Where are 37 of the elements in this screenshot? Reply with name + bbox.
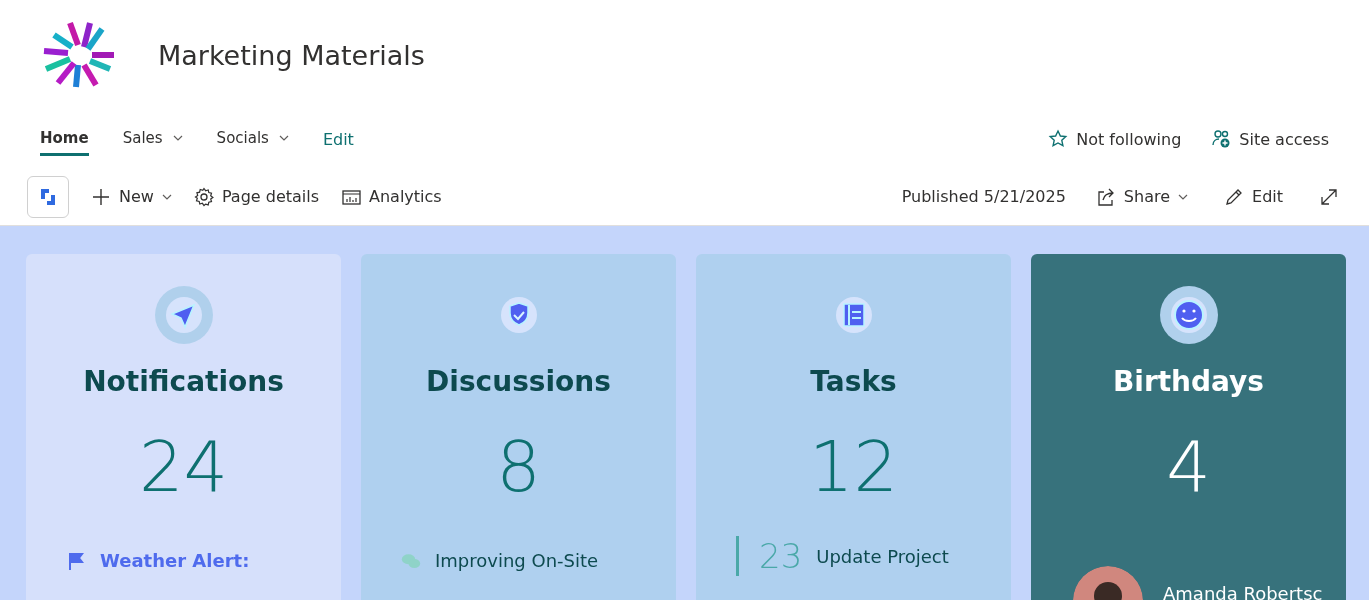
edit-link[interactable]: Edit [322,123,354,155]
card-title: Birthdays [1112,365,1265,398]
new-button[interactable]: New [91,186,172,207]
nav-tab[interactable]: Sales [122,122,183,156]
app-button[interactable] [27,175,69,218]
bracket-logo-icon [38,186,58,207]
plus-icon [91,186,111,207]
card-title: Discussions [426,365,611,398]
star-icon [1048,129,1069,149]
chart-button[interactable]: Analytics [341,186,442,207]
published-date: Published 5/21/2025 [901,187,1066,206]
site-access-button[interactable]: Site access [1211,129,1329,149]
task-date: 23 [736,536,803,576]
count-value: 24 [138,426,229,508]
card-title: Notifications [83,365,284,398]
gear-button[interactable]: Page details [193,186,320,207]
flag-icon [66,550,86,571]
nav-tab[interactable]: Socials [216,122,289,156]
nav-tab[interactable]: Home [40,122,89,156]
alert-title: Weather Alert: [100,550,250,571]
share-button[interactable]: Share [1095,186,1188,207]
follow-button[interactable]: Not following [1048,129,1182,149]
smiley-icon [1158,285,1219,345]
site-title: Marketing Materials [158,39,425,71]
person-name: Amanda Robertsc [1163,582,1323,600]
pencil-button[interactable]: Edit [1224,186,1283,207]
expand-icon [1319,186,1339,207]
share-icon [1095,186,1116,207]
task-title: Update Project [816,545,949,567]
count-value: 4 [1166,426,1211,508]
gear-icon [193,186,214,207]
send-icon [153,285,214,345]
discussion-title: Improving On-Site [435,550,599,571]
count-value: 8 [496,426,541,508]
card-title: Tasks [810,365,897,398]
count-value: 12 [808,426,899,508]
people-icon [1211,129,1232,149]
